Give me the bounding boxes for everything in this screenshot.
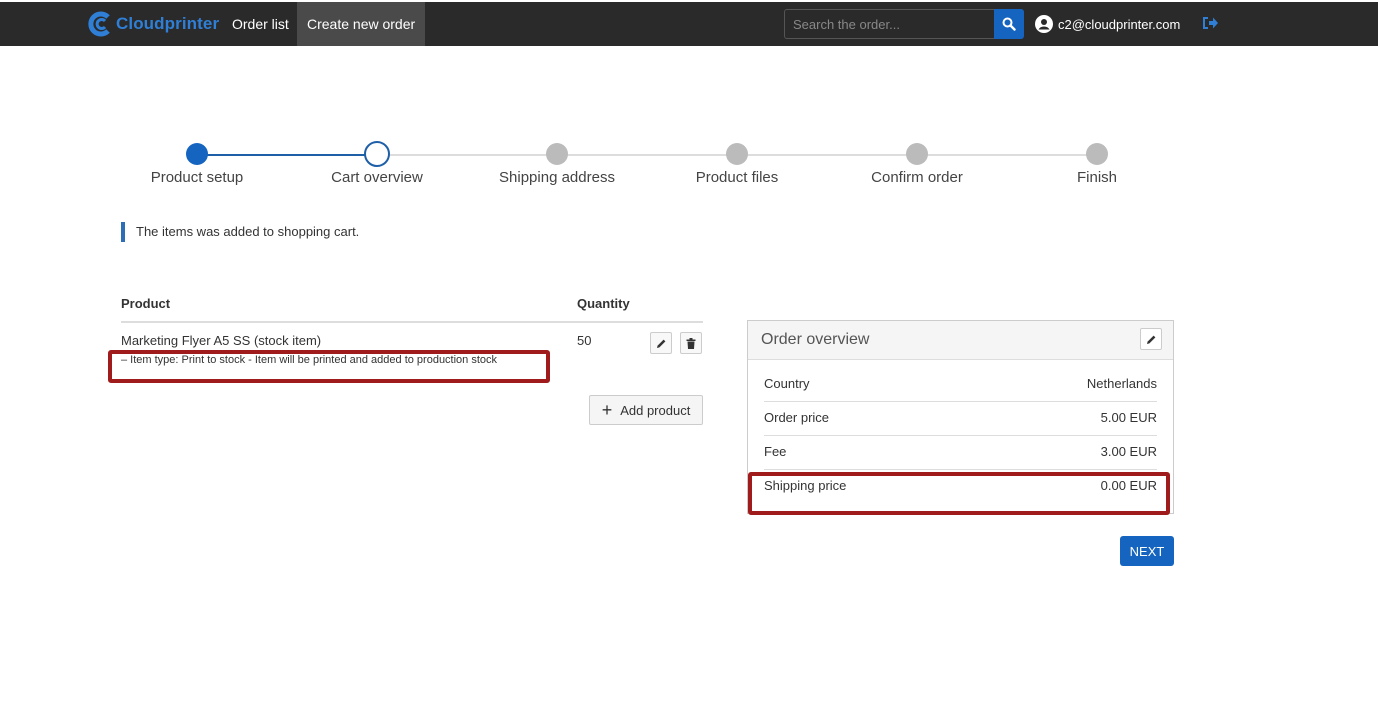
search-group [784,9,1024,39]
step-label-confirm-order: Confirm order [871,169,963,186]
logout-button[interactable] [1201,15,1219,36]
step-label-cart-overview: Cart overview [331,169,423,186]
edit-overview-button[interactable] [1140,328,1162,350]
overview-row-fee: Fee 3.00 EUR [764,435,1157,470]
cart-added-alert: The items was added to shopping cart. [121,222,359,242]
user-icon [1035,15,1053,33]
nav-create-new-order[interactable]: Create new order [297,2,426,46]
order-stepper: Product setup Cart overview Shipping add… [0,138,1378,198]
cart-item-name: Marketing Flyer A5 SS (stock item) [121,333,322,348]
overview-value: 3.00 EUR [1100,444,1157,459]
step-label-shipping-address: Shipping address [499,169,615,186]
navbar: Cloudprinter Order list Create new order… [0,2,1378,46]
cart-header-divider [121,321,703,323]
overview-row-country: Country Netherlands [764,367,1157,402]
search-icon [1002,17,1016,31]
cart-item-quantity: 50 [577,333,592,348]
cart-header-product: Product [121,296,171,311]
nav-order-list[interactable]: Order list [222,2,299,46]
brand-logo[interactable]: Cloudprinter [88,10,219,38]
search-input[interactable] [784,9,994,39]
overview-label: Country [764,376,810,391]
delete-item-button[interactable] [680,332,702,354]
order-overview-title: Order overview [761,331,870,348]
edit-item-button[interactable] [650,332,672,354]
user-email: c2@cloudprinter.com [1058,16,1181,32]
plus-icon: + [601,400,613,420]
add-product-label: Add product [620,402,691,418]
overview-label: Order price [764,410,830,425]
step-dot-finish [1086,143,1108,165]
next-button[interactable]: NEXT [1120,536,1174,566]
pencil-icon [656,339,665,348]
step-label-finish: Finish [1076,169,1117,186]
brand-name: Cloudprinter [116,14,220,33]
overview-value: 5.00 EUR [1100,410,1157,425]
trash-icon [686,337,696,349]
order-overview-header: Order overview [748,321,1173,360]
highlight-shipping-price [748,472,1170,515]
overview-row-order-price: Order price 5.00 EUR [764,401,1157,436]
step-label-product-setup: Product setup [150,169,244,186]
step-dot-product-files [726,143,748,165]
overview-value: Netherlands [1086,376,1157,391]
pencil-icon [1146,335,1155,344]
user-menu[interactable]: c2@cloudprinter.com [1035,2,1180,46]
step-dot-shipping-address [546,143,568,165]
logout-icon [1203,17,1218,29]
step-dot-confirm-order [906,143,928,165]
cart-header-quantity: Quantity [577,296,630,311]
search-button[interactable] [994,9,1024,39]
highlight-item-type [108,350,550,383]
cloudprinter-logo-icon [88,11,110,37]
step-dot-cart-overview [364,141,390,167]
step-label-product-files: Product files [695,169,779,186]
add-product-button[interactable]: + Add product [589,395,703,425]
overview-label: Fee [764,444,787,459]
stepper-connector-done [198,154,378,156]
step-dot-product-setup [186,143,208,165]
